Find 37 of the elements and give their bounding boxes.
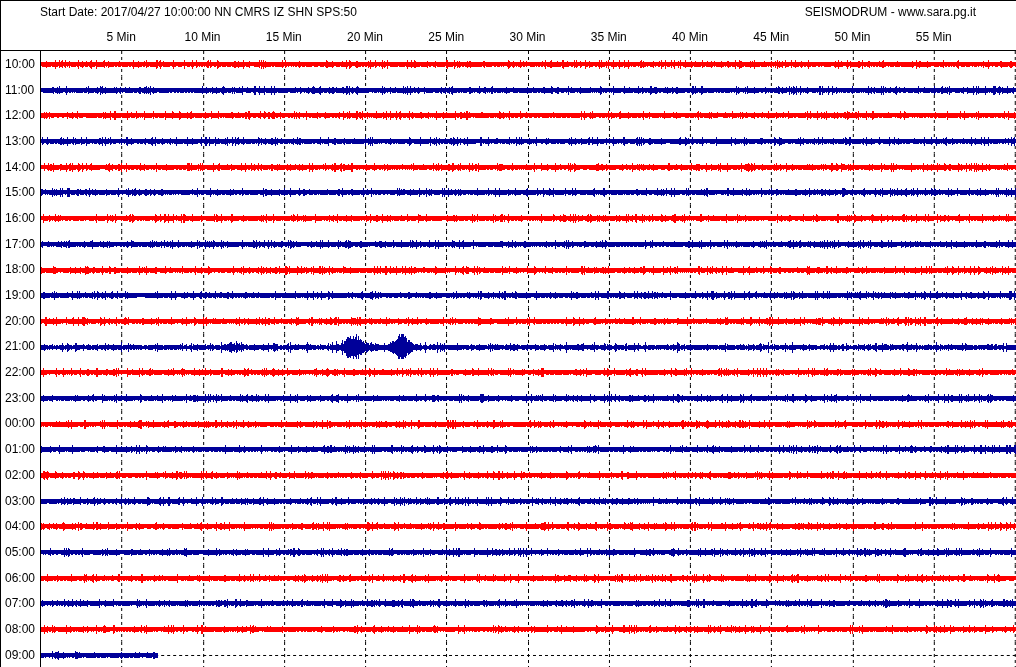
- hour-label: 14:00: [4, 159, 37, 174]
- hour-label: 10:00: [4, 56, 37, 71]
- hour-label: 08:00: [4, 621, 37, 636]
- hour-label: 18:00: [4, 262, 37, 277]
- minute-label: 15 Min: [265, 29, 302, 44]
- hour-label: 21:00: [4, 339, 37, 354]
- hour-label: 07:00: [4, 596, 37, 611]
- start-date-title: Start Date: 2017/04/27 10:00:00 NN CMRS IZ SHN SPS:50: [40, 5, 357, 19]
- hour-label: 15:00: [4, 185, 37, 200]
- minute-label: 30 Min: [509, 29, 546, 44]
- hour-label: 01:00: [4, 442, 37, 457]
- minute-label: 5 Min: [106, 29, 136, 44]
- hour-label: 00:00: [4, 416, 37, 431]
- minute-label: 40 Min: [672, 29, 708, 44]
- hour-label: 17:00: [4, 236, 37, 251]
- hour-label: 12:00: [4, 108, 37, 123]
- hour-label: 05:00: [4, 544, 37, 559]
- hour-label: 09:00: [4, 647, 37, 662]
- minute-label: 20 Min: [347, 29, 383, 44]
- hour-label: 19:00: [4, 288, 37, 303]
- hour-label: 04:00: [4, 519, 37, 534]
- hour-label: 03:00: [4, 493, 37, 508]
- minute-label: 25 Min: [428, 29, 465, 44]
- hour-label: 22:00: [4, 365, 37, 380]
- hour-label: 13:00: [4, 133, 37, 148]
- minute-label: 50 Min: [834, 29, 871, 44]
- app-brand-text: SEISMODRUM - www.sara.pg.it: [804, 5, 976, 19]
- hour-label: 16:00: [4, 210, 37, 225]
- hour-label: 02:00: [4, 467, 37, 482]
- hour-label: 23:00: [4, 390, 37, 405]
- minute-label: 10 Min: [184, 29, 221, 44]
- hour-label: 06:00: [4, 570, 37, 585]
- minute-label: 35 Min: [590, 29, 627, 44]
- hour-label: 20:00: [4, 313, 37, 328]
- minute-label: 45 Min: [753, 29, 790, 44]
- hour-label: 11:00: [4, 82, 36, 97]
- minute-label: 55 Min: [915, 29, 952, 44]
